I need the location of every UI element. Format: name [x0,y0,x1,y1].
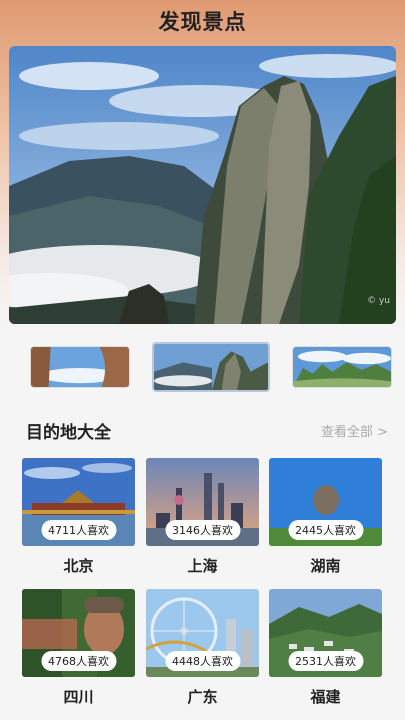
likes-badge: 3146人喜欢 [165,520,240,540]
destination-image: 2445人喜欢 [269,458,382,546]
likes-badge: 4448人喜欢 [165,651,240,671]
hero-banner-image[interactable]: © yu [9,46,396,324]
section-title: 目的地大全 [26,423,111,443]
destination-card-shanghai[interactable]: 3146人喜欢 上海 [146,458,259,576]
destination-name: 北京 [63,557,94,575]
carousel-thumb-1[interactable] [30,346,130,388]
likes-badge: 4711人喜欢 [41,520,116,540]
likes-badge: 2531人喜欢 [288,651,363,671]
page-title: 发现景点 [158,10,247,34]
carousel-thumb-3[interactable] [292,346,392,388]
destination-name: 广东 [187,688,218,706]
likes-badge: 2445人喜欢 [288,520,363,540]
carousel-thumb-2[interactable] [152,342,270,392]
destination-image: 4711人喜欢 [22,458,135,546]
destination-image: 3146人喜欢 [146,458,259,546]
destination-name: 上海 [187,557,218,575]
carousel-thumbnails [0,342,405,392]
destination-image: 2531人喜欢 [269,589,382,677]
destination-card-hunan[interactable]: 2445人喜欢 湖南 [269,458,382,576]
destination-card-fujian[interactable]: 2531人喜欢 福建 [269,589,382,707]
destination-name: 四川 [63,688,94,706]
destination-card-beijing[interactable]: 4711人喜欢 北京 [22,458,135,576]
destination-card-guangdong[interactable]: 4448人喜欢 广东 [146,589,259,707]
hero-watermark: © yu [367,296,390,306]
destination-name: 福建 [310,688,341,706]
view-all-link[interactable]: 查看全部 > [321,421,388,440]
destination-image: 4768人喜欢 [22,589,135,677]
destination-card-sichuan[interactable]: 4768人喜欢 四川 [22,589,135,707]
destination-image: 4448人喜欢 [146,589,259,677]
destination-name: 湖南 [310,557,341,575]
likes-badge: 4768人喜欢 [41,651,116,671]
